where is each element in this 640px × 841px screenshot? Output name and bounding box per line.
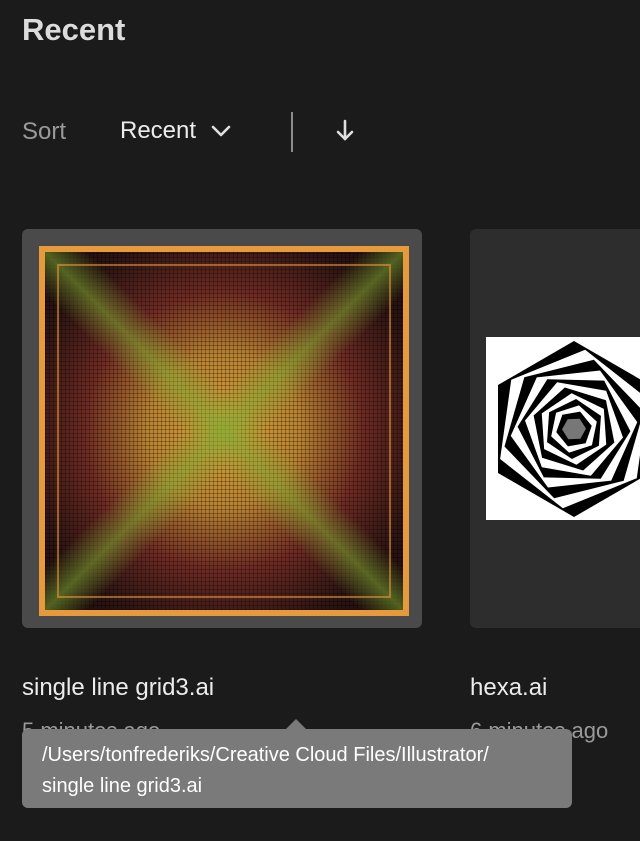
page-title: Recent xyxy=(22,12,126,47)
file-name[interactable]: single line grid3.ai xyxy=(22,674,214,702)
tooltip-file-line: single line grid3.ai xyxy=(42,775,203,797)
sort-bar: Sort Recent xyxy=(0,108,640,154)
sort-label: Sort xyxy=(22,118,67,145)
sort-selected-value: Recent xyxy=(120,117,197,144)
tooltip-path-line: /Users/tonfrederiks/Creative Cloud Files… xyxy=(42,744,489,766)
tooltip-arrow xyxy=(286,719,306,729)
file-path-tooltip: /Users/tonfrederiks/Creative Cloud Files… xyxy=(22,729,572,808)
sort-dropdown[interactable]: Recent xyxy=(120,116,232,146)
file-card-hexa[interactable] xyxy=(470,229,640,628)
chevron-down-icon xyxy=(211,125,231,137)
file-thumbnail xyxy=(39,246,409,616)
file-thumbnail xyxy=(486,337,640,520)
sort-direction-arrow-down-icon[interactable] xyxy=(333,118,357,144)
sort-divider xyxy=(291,112,293,152)
hexa-artwork-image xyxy=(498,341,640,517)
file-name[interactable]: hexa.ai xyxy=(470,674,547,702)
grid-artwork-image xyxy=(45,252,403,610)
file-card-single-line-grid3[interactable] xyxy=(22,229,422,628)
